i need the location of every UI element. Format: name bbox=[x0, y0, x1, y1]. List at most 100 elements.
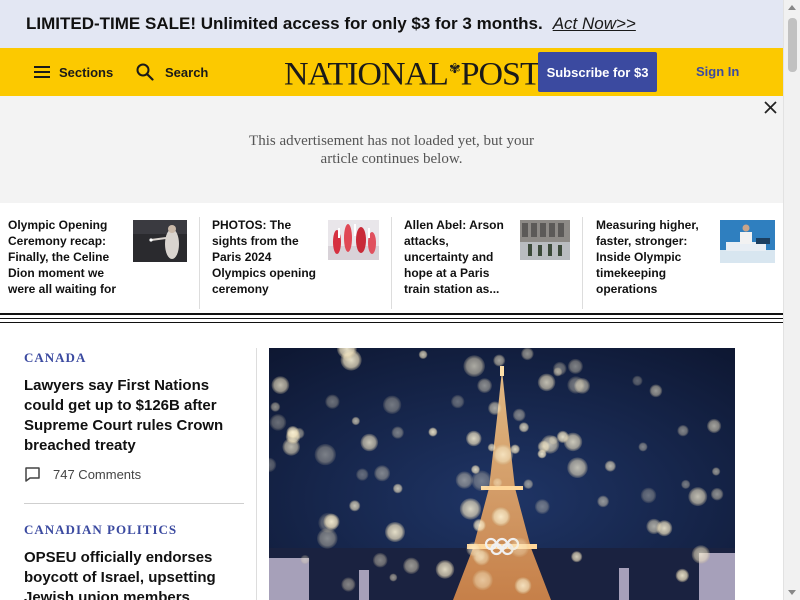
section-rule bbox=[0, 322, 783, 323]
story-kicker[interactable]: Canada bbox=[24, 350, 244, 366]
ad-text-line-2: article continues below. bbox=[320, 151, 463, 167]
hero-image[interactable] bbox=[269, 348, 735, 600]
bokeh-light bbox=[463, 355, 485, 377]
scroll-down-icon[interactable] bbox=[788, 590, 796, 595]
logo-text-left: NATIONAL bbox=[284, 56, 449, 93]
bokeh-light bbox=[681, 479, 691, 489]
bokeh-light bbox=[356, 468, 369, 481]
bokeh-light bbox=[571, 551, 583, 563]
story-headline[interactable]: OPSEU officially endorses boycott of Isr… bbox=[24, 548, 244, 600]
bokeh-light bbox=[471, 548, 486, 563]
sidebar-story[interactable]: Canadian Politics OPSEU officially endor… bbox=[24, 522, 244, 600]
bokeh-light bbox=[675, 568, 689, 583]
bokeh-light bbox=[493, 354, 506, 367]
page-scrollbar[interactable] bbox=[783, 0, 800, 600]
bokeh-light bbox=[314, 443, 336, 466]
bokeh-light bbox=[567, 457, 588, 478]
bokeh-light bbox=[271, 376, 290, 394]
bokeh-light bbox=[269, 414, 287, 431]
bokeh-light bbox=[459, 498, 482, 520]
bokeh-light bbox=[567, 376, 585, 394]
logo-text-right: POST bbox=[460, 56, 541, 93]
bokeh-light bbox=[477, 378, 492, 393]
story-headline[interactable]: Lawyers say First Nations could get up t… bbox=[24, 376, 244, 456]
comment-icon bbox=[25, 467, 40, 482]
bokeh-light bbox=[638, 442, 648, 452]
sections-button[interactable]: Sections bbox=[34, 48, 113, 96]
bokeh-light bbox=[677, 425, 689, 437]
strip-divider bbox=[582, 217, 583, 309]
bokeh-light bbox=[688, 487, 708, 507]
national-post-logo[interactable]: NATIONAL✾POST bbox=[284, 56, 541, 93]
bokeh-light bbox=[325, 394, 340, 409]
story-kicker[interactable]: Canadian Politics bbox=[24, 522, 244, 538]
strip-story-thumbnail[interactable] bbox=[133, 220, 187, 262]
strip-story[interactable]: PHOTOS: The sights from the Paris 2024 O… bbox=[212, 217, 320, 307]
bokeh-light bbox=[512, 408, 526, 422]
strip-story[interactable]: Measuring higher, faster, stronger: Insi… bbox=[596, 217, 704, 307]
strip-story-thumbnail[interactable] bbox=[328, 220, 379, 260]
bokeh-light bbox=[691, 545, 711, 564]
bokeh-light bbox=[403, 557, 420, 574]
bokeh-light bbox=[372, 552, 388, 568]
promo-message: LIMITED-TIME SALE! Unlimited access for … bbox=[26, 14, 543, 33]
bokeh-light bbox=[534, 499, 550, 514]
strip-story-title: Allen Abel: Arson attacks, uncertainty a… bbox=[404, 218, 504, 296]
sidebar-story[interactable]: Canada Lawyers say First Nations could g… bbox=[24, 350, 244, 483]
site-header: Sections Search NATIONAL✾POST bbox=[0, 48, 783, 96]
sign-in-link[interactable]: Sign In bbox=[696, 64, 739, 79]
bokeh-light bbox=[707, 418, 722, 434]
scroll-up-icon[interactable] bbox=[788, 5, 796, 10]
bokeh-light bbox=[604, 460, 616, 472]
ad-text-line-1: This advertisement has not loaded yet, b… bbox=[249, 133, 534, 149]
scrollbar-thumb[interactable] bbox=[788, 18, 797, 72]
strip-story-thumbnail[interactable] bbox=[720, 220, 775, 263]
bokeh-light bbox=[597, 495, 609, 508]
search-button[interactable]: Search bbox=[136, 48, 208, 96]
bokeh-light bbox=[710, 487, 724, 501]
ad-placeholder: This advertisement has not loaded yet, b… bbox=[0, 96, 783, 203]
strip-divider bbox=[391, 217, 392, 309]
eiffel-tower-image bbox=[269, 348, 735, 600]
story-divider bbox=[24, 503, 244, 504]
comments-link[interactable]: 747 Comments bbox=[24, 466, 244, 483]
strip-divider bbox=[199, 217, 200, 309]
bokeh-light bbox=[521, 348, 534, 361]
comments-count: 747 Comments bbox=[53, 467, 142, 482]
bokeh-light bbox=[466, 430, 482, 447]
close-ad-icon[interactable] bbox=[763, 100, 778, 115]
bokeh-light bbox=[567, 358, 583, 374]
bokeh-light bbox=[382, 395, 402, 414]
strip-story[interactable]: Olympic Opening Ceremony recap: Finally,… bbox=[8, 217, 120, 307]
bokeh-light bbox=[553, 367, 563, 377]
hamburger-icon bbox=[34, 66, 50, 78]
bokeh-light bbox=[472, 569, 493, 591]
bokeh-light bbox=[351, 416, 360, 426]
bokeh-light bbox=[451, 394, 465, 409]
bokeh-light bbox=[418, 350, 428, 359]
bokeh-light bbox=[492, 444, 514, 465]
bokeh-light bbox=[492, 477, 503, 488]
column-divider bbox=[256, 348, 257, 600]
top-stories-strip: Olympic Opening Ceremony recap: Finally,… bbox=[0, 203, 783, 313]
act-now-link[interactable]: Act Now>> bbox=[553, 14, 636, 34]
subscribe-button[interactable]: Subscribe for $3 bbox=[538, 52, 657, 92]
bokeh-light bbox=[537, 373, 556, 392]
bokeh-light bbox=[455, 471, 474, 489]
bokeh-light bbox=[391, 426, 404, 439]
bokeh-light bbox=[518, 422, 529, 433]
bokeh-light bbox=[360, 433, 379, 452]
bokeh-light bbox=[349, 500, 361, 512]
bokeh-light bbox=[392, 483, 403, 494]
bokeh-light bbox=[471, 470, 492, 492]
bokeh-light bbox=[537, 449, 547, 459]
strip-story[interactable]: Allen Abel: Arson attacks, uncertainty a… bbox=[404, 217, 512, 307]
bokeh-light bbox=[548, 435, 558, 445]
bokeh-light bbox=[509, 537, 530, 558]
strip-story-thumbnail[interactable] bbox=[520, 220, 570, 260]
section-rule bbox=[0, 313, 783, 315]
bokeh-light bbox=[711, 467, 721, 476]
bokeh-light bbox=[385, 522, 405, 542]
bokeh-light bbox=[649, 384, 663, 398]
bokeh-light bbox=[488, 401, 502, 415]
